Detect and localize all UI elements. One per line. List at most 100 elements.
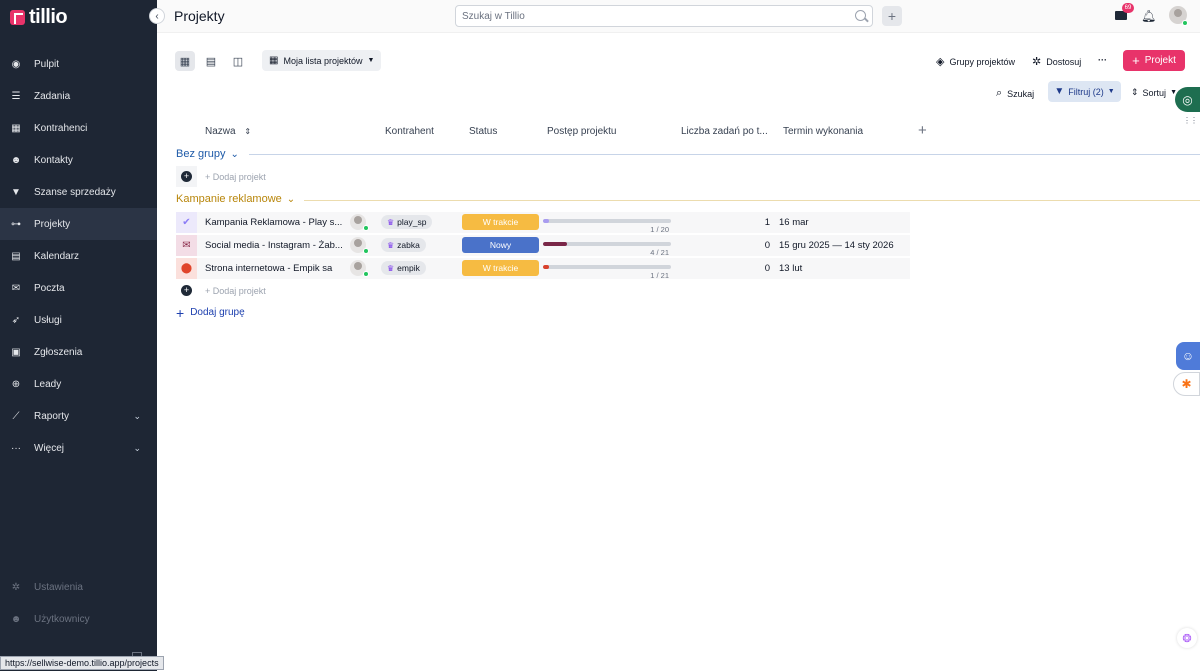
hubspot-widget-button[interactable]: ✱ bbox=[1173, 372, 1200, 396]
client-name: zabka bbox=[397, 240, 420, 250]
search-input[interactable]: Szukaj w Tillio bbox=[455, 5, 873, 27]
customize-button[interactable]: ✲ Dostosuj bbox=[1032, 55, 1081, 68]
assistant-widget-button[interactable]: ☺ bbox=[1176, 342, 1200, 370]
crown-icon: ♛ bbox=[387, 217, 395, 227]
ai-widget-button[interactable]: ❂ bbox=[1177, 628, 1197, 648]
hubspot-icon: ✱ bbox=[1181, 377, 1192, 391]
dots-icon: ··· bbox=[11, 442, 21, 454]
status-badge[interactable]: W trakcie bbox=[462, 214, 539, 230]
new-project-label: Projekt bbox=[1144, 55, 1176, 66]
chevron-down-icon: ⌄ bbox=[133, 442, 141, 453]
sort-button[interactable]: ⇕ Sortuj ▼ bbox=[1131, 87, 1177, 98]
sidebar-item-label: Poczta bbox=[34, 282, 65, 294]
mail-badge: 69 bbox=[1122, 3, 1134, 13]
sidebar-item-uslugi[interactable]: ➶ Usługi bbox=[0, 304, 157, 336]
bell-icon[interactable]: 🔔︎ bbox=[1141, 9, 1156, 23]
project-list-select[interactable]: ▦ Moja lista projektów ▼ bbox=[262, 50, 382, 71]
project-name[interactable]: Social media - Instagram - Żab... bbox=[205, 240, 345, 251]
project-name[interactable]: Kampania Reklamowa - Play s... bbox=[205, 217, 345, 228]
add-project-row[interactable]: + + Dodaj projekt bbox=[176, 280, 910, 301]
crown-icon: ♛ bbox=[387, 263, 395, 273]
status-badge[interactable]: W trakcie bbox=[462, 260, 539, 276]
quick-add-button[interactable]: + bbox=[882, 6, 902, 26]
chevron-down-icon: ⌄ bbox=[230, 148, 239, 160]
add-column-button[interactable]: + bbox=[918, 122, 927, 139]
collapse-sidebar-button[interactable]: ‹ bbox=[149, 8, 165, 24]
fingerprint-widget-button[interactable]: ◎ bbox=[1175, 87, 1200, 112]
sidebar-item-kontakty[interactable]: ☻ Kontakty bbox=[0, 144, 157, 176]
column-header-client[interactable]: Kontrahent bbox=[385, 126, 434, 137]
deadline[interactable]: 15 gru 2025 — 14 sty 2026 bbox=[779, 240, 894, 251]
sidebar-item-raporty[interactable]: ⟋ Raporty ⌄ bbox=[0, 400, 157, 432]
sidebar-item-label: Zadania bbox=[34, 90, 71, 102]
crown-icon: ♛ bbox=[387, 240, 395, 250]
table-view-button[interactable]: ▦ bbox=[175, 51, 195, 71]
sidebar-item-zadania[interactable]: ☰ Zadania bbox=[0, 80, 157, 112]
sidebar-item-leady[interactable]: ⊕ Leady bbox=[0, 368, 157, 400]
search-icon: ⌕ bbox=[996, 87, 1003, 99]
table-row[interactable]: ⬤ Strona internetowa - Empik sa ♛ empik W… bbox=[176, 258, 910, 280]
sidebar-item-label: Kalendarz bbox=[34, 250, 80, 262]
add-group-button[interactable]: + Dodaj grupę bbox=[176, 306, 245, 320]
group-header-kampanie[interactable]: Kampanie reklamowe ⌄ bbox=[176, 193, 295, 205]
add-project-circle[interactable]: + bbox=[176, 280, 197, 301]
deadline[interactable]: 16 mar bbox=[779, 217, 809, 228]
map-pin-icon: ⬤ bbox=[180, 263, 193, 274]
sidebar-item-projekty[interactable]: ⊶ Projekty bbox=[0, 208, 157, 240]
grip-icon[interactable]: ⋮⋮⋮ bbox=[1183, 116, 1200, 125]
sidebar-item-kalendarz[interactable]: ▤ Kalendarz bbox=[0, 240, 157, 272]
deadline[interactable]: 13 lut bbox=[779, 263, 802, 274]
add-project-row[interactable]: + + Dodaj projekt bbox=[176, 166, 910, 187]
sidebar-item-szanse[interactable]: ▼ Szanse sprzedaży bbox=[0, 176, 157, 208]
table-row[interactable]: ✔ Kampania Reklamowa - Play s... ♛ play_s… bbox=[176, 212, 910, 234]
sidebar-item-poczta[interactable]: ✉ Poczta bbox=[0, 272, 157, 304]
project-name[interactable]: Strona internetowa - Empik sa bbox=[205, 263, 345, 274]
sidebar-item-uzytkownicy[interactable]: ☻ Użytkownicy bbox=[0, 603, 157, 635]
sidebar-item-pulpit[interactable]: ◉ Pulpit bbox=[0, 48, 157, 80]
sidebar-item-zgloszenia[interactable]: ▣ Zgłoszenia bbox=[0, 336, 157, 368]
app-logo[interactable]: tillio bbox=[10, 6, 68, 29]
sidebar-item-label: Leady bbox=[34, 378, 62, 390]
badge-check-icon: ✔ bbox=[182, 217, 191, 228]
gear-icon: ✲ bbox=[1032, 56, 1042, 68]
column-header-deadline[interactable]: Termin wykonania bbox=[783, 126, 863, 137]
add-project-circle[interactable]: + bbox=[176, 166, 197, 187]
progress-label: 1 / 20 bbox=[650, 225, 669, 234]
more-button[interactable]: ··· bbox=[1098, 55, 1107, 65]
add-project-label: + Dodaj projekt bbox=[205, 171, 266, 182]
add-group-label: Dodaj grupę bbox=[190, 307, 245, 318]
column-header-tasks[interactable]: Liczba zadań po t... bbox=[681, 126, 768, 137]
column-header-status[interactable]: Status bbox=[469, 126, 497, 137]
envelope-icon: ✉ bbox=[182, 240, 191, 251]
new-project-button[interactable]: + Projekt bbox=[1123, 50, 1185, 71]
more-icon: ··· bbox=[1098, 55, 1107, 65]
status-badge[interactable]: Nowy bbox=[462, 237, 539, 253]
column-header-progress[interactable]: Postęp projektu bbox=[547, 126, 617, 137]
sidebar-item-kontrahenci[interactable]: ▦ Kontrahenci bbox=[0, 112, 157, 144]
top-bar: Projekty Szukaj w Tillio + 69 🔔︎ bbox=[157, 0, 1200, 33]
group-header-bez-grupy[interactable]: Bez grupy ⌄ bbox=[176, 148, 239, 160]
sidebar-item-wiecej[interactable]: ··· Więcej ⌄ bbox=[0, 432, 157, 464]
layers-icon: ◈ bbox=[936, 56, 945, 68]
sidebar-item-ustawienia[interactable]: ✲ Ustawienia bbox=[0, 571, 157, 603]
group-divider bbox=[304, 200, 1200, 201]
client-tag[interactable]: ♛ play_sp bbox=[381, 215, 433, 229]
sidebar-item-label: Projekty bbox=[34, 218, 71, 230]
column-header-name[interactable]: Nazwa ⇕ bbox=[205, 126, 251, 137]
status-url: https://sellwise-demo.tillio.app/project… bbox=[0, 656, 164, 670]
table-row[interactable]: ✉ Social media - Instagram - Żab... ♛ zab… bbox=[176, 235, 910, 257]
client-tag[interactable]: ♛ empik bbox=[381, 261, 426, 275]
list-select-label: Moja lista projektów bbox=[283, 55, 363, 66]
kanban-view-button[interactable]: ◫ bbox=[228, 51, 248, 71]
client-tag[interactable]: ♛ zabka bbox=[381, 238, 426, 252]
chevron-down-icon: ⌄ bbox=[133, 410, 141, 421]
project-groups-button[interactable]: ◈ Grupy projektów bbox=[936, 55, 1015, 68]
filter-button[interactable]: ▼ Filtruj (2) ▼ bbox=[1048, 81, 1121, 102]
chevron-down-icon: ⌄ bbox=[286, 193, 296, 205]
sidebar-item-label: Usługi bbox=[34, 314, 62, 326]
table-search-button[interactable]: ⌕ Szukaj bbox=[996, 87, 1034, 100]
group-divider bbox=[249, 154, 1200, 155]
sidebar-nav: ◉ Pulpit ☰ Zadania ▦ Kontrahenci ☻ Kontakty … bbox=[0, 48, 157, 464]
calendar-view-button[interactable]: ▤ bbox=[201, 51, 221, 71]
tasks-icon: ☰ bbox=[11, 90, 21, 102]
